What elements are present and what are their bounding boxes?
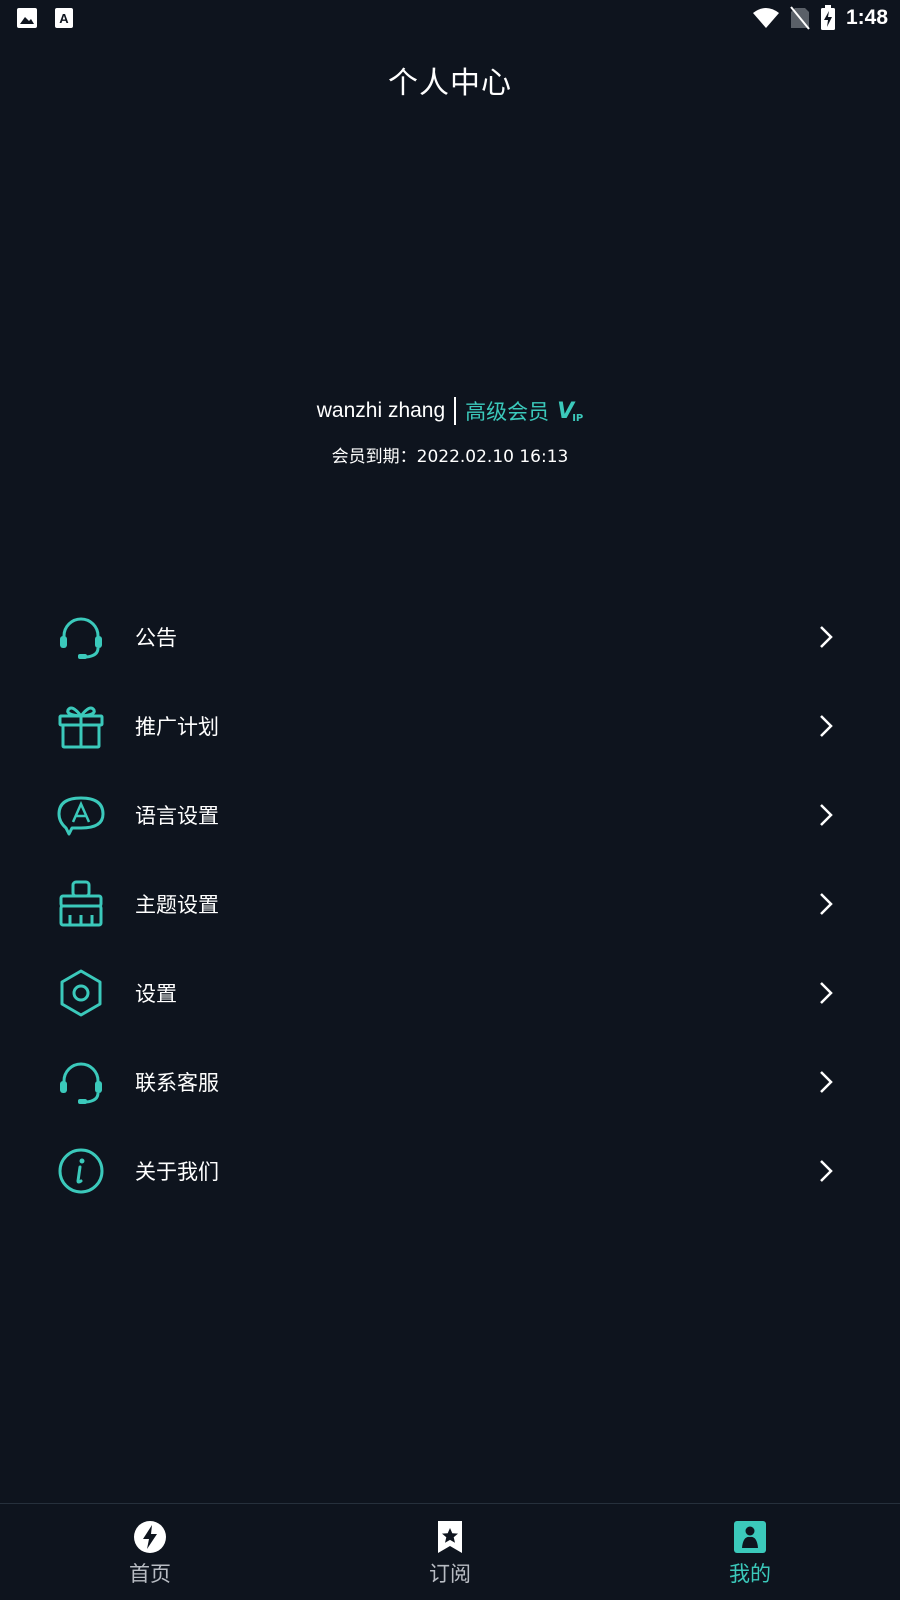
- member-level: 高级会员: [465, 400, 550, 424]
- profile-section: wanzhi zhang 高级会员 VIP 会员到期：2022.02.10 16…: [0, 396, 900, 467]
- wifi-icon: [752, 8, 779, 28]
- svg-text:A: A: [59, 11, 69, 26]
- tab-subscribe[interactable]: 订阅: [300, 1504, 600, 1600]
- person-icon: [734, 1521, 766, 1553]
- menu-item-settings[interactable]: 设置: [0, 948, 900, 1037]
- language-bubble-icon: [57, 796, 105, 835]
- menu-item-label: 关于我们: [135, 1159, 219, 1184]
- image-icon: [17, 8, 37, 28]
- headset-icon: [60, 1062, 102, 1104]
- username: wanzhi zhang: [316, 399, 446, 422]
- menu-item-announcement[interactable]: 公告: [0, 592, 900, 681]
- menu-item-promotion[interactable]: 推广计划: [0, 681, 900, 770]
- menu-item-label: 主题设置: [135, 892, 219, 917]
- lightning-icon: [134, 1521, 166, 1553]
- status-bar: A 1:48: [0, 0, 900, 36]
- divider: [454, 397, 457, 425]
- vip-badge-icon: VIP: [557, 398, 584, 424]
- font-app-icon: A: [55, 8, 73, 28]
- membership-expiry: 会员到期：2022.02.10 16:13: [331, 447, 569, 467]
- chevron-right-icon: [820, 625, 833, 648]
- chevron-right-icon: [820, 1159, 833, 1182]
- headset-icon: [60, 617, 102, 659]
- tab-label: 我的: [729, 1562, 771, 1586]
- hex-nut-icon: [60, 969, 102, 1016]
- menu-item-contact-support[interactable]: 联系客服: [0, 1037, 900, 1126]
- menu-item-label: 语言设置: [135, 803, 219, 828]
- chevron-right-icon: [820, 892, 833, 915]
- menu-item-about-us[interactable]: 关于我们: [0, 1126, 900, 1215]
- no-sim-icon: [790, 6, 810, 30]
- chevron-right-icon: [820, 981, 833, 1004]
- menu-item-label: 设置: [135, 981, 177, 1006]
- status-time: 1:48: [845, 6, 888, 29]
- menu-item-label: 推广计划: [135, 714, 219, 739]
- menu-item-label: 公告: [135, 625, 177, 650]
- chevron-right-icon: [820, 1070, 833, 1093]
- menu-list: 公告 推广计划 语言设置 主题设置 设置 联系客服 关于我们: [0, 592, 900, 1215]
- chevron-right-icon: [820, 714, 833, 737]
- bookmark-star-icon: [438, 1521, 462, 1553]
- menu-item-label: 联系客服: [135, 1070, 219, 1095]
- bottom-nav: 首页 订阅 我的: [0, 1503, 900, 1600]
- tab-label: 首页: [129, 1562, 171, 1586]
- info-icon: [58, 1148, 104, 1193]
- chevron-right-icon: [820, 803, 833, 826]
- tab-mine[interactable]: 我的: [600, 1504, 900, 1600]
- brush-icon: [59, 880, 103, 926]
- menu-item-language-settings[interactable]: 语言设置: [0, 770, 900, 859]
- tab-label: 订阅: [429, 1562, 471, 1586]
- gift-icon: [58, 706, 104, 748]
- menu-item-theme-settings[interactable]: 主题设置: [0, 859, 900, 948]
- page-title: 个人中心: [388, 66, 512, 101]
- tab-home[interactable]: 首页: [0, 1504, 300, 1600]
- battery-charging-icon: [820, 5, 835, 30]
